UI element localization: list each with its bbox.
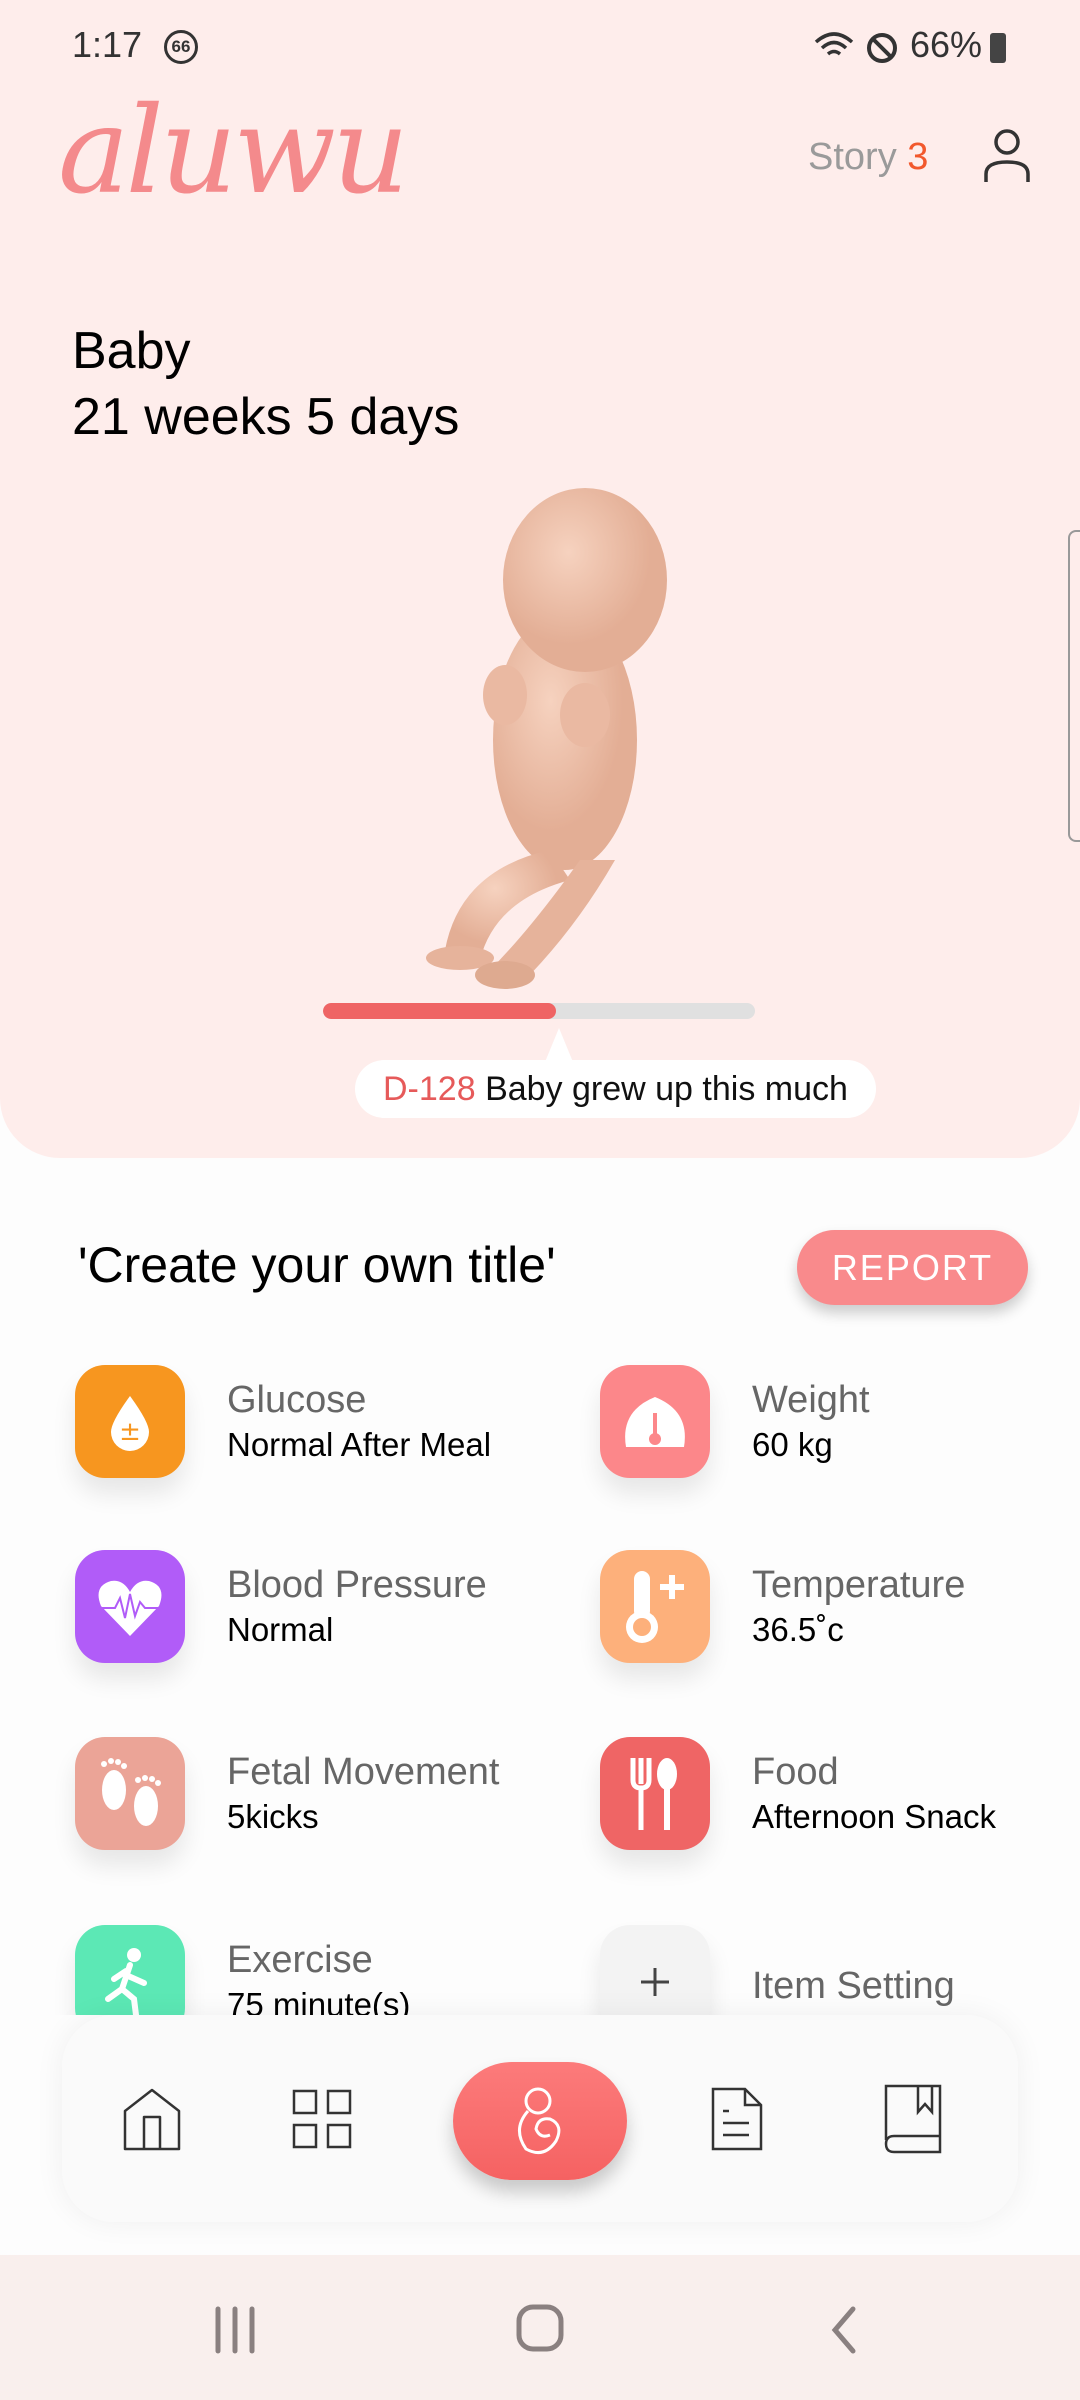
story-label: Story bbox=[808, 136, 897, 178]
callout-pointer bbox=[545, 1028, 573, 1062]
item-label: Exercise bbox=[227, 1939, 373, 1981]
health-item-fetal-movement[interactable]: Fetal Movement 5kicks bbox=[227, 1751, 499, 1836]
growth-callout: D-128 Baby grew up this much bbox=[355, 1060, 876, 1118]
glucose-drop-icon: ± bbox=[111, 1395, 149, 1451]
story-count: 3 bbox=[907, 136, 929, 178]
baby-age: 21 weeks 5 days bbox=[72, 388, 460, 446]
running-icon bbox=[105, 1947, 147, 2015]
health-item-weight[interactable]: Weight 60 kg bbox=[752, 1379, 870, 1464]
wifi-dnd-icon bbox=[814, 32, 897, 63]
item-label: Weight bbox=[752, 1379, 870, 1421]
scale-tile-button[interactable] bbox=[600, 1365, 710, 1478]
app-logo: aluwu bbox=[58, 82, 409, 221]
health-item-blood-pressure[interactable]: Blood Pressure Normal bbox=[227, 1564, 487, 1649]
item-label: Temperature bbox=[752, 1564, 966, 1606]
baby-name: Baby bbox=[72, 322, 191, 380]
item-value: 36.5˚c bbox=[752, 1611, 844, 1648]
health-item-temperature[interactable]: Temperature 36.5˚c bbox=[752, 1564, 965, 1649]
nav-baby[interactable] bbox=[453, 2062, 627, 2180]
home-system-icon[interactable] bbox=[515, 2303, 567, 2355]
item-value: Afternoon Snack bbox=[752, 1798, 996, 1835]
item-label: Blood Pressure bbox=[227, 1564, 487, 1606]
glucose-drop-tile-button[interactable]: ± bbox=[75, 1365, 185, 1478]
nav-menu[interactable] bbox=[262, 2015, 382, 2222]
plus-tile-button[interactable] bbox=[600, 1925, 710, 2015]
item-label: Item Setting bbox=[752, 1965, 955, 2007]
battery-icon bbox=[990, 33, 1006, 63]
growth-progress-bar bbox=[323, 1003, 755, 1019]
item-label: Fetal Movement bbox=[227, 1751, 500, 1793]
health-item-exercise[interactable]: Exercise 75 minute(s) bbox=[227, 1939, 410, 2015]
growth-progress-fill bbox=[323, 1003, 557, 1019]
item-label: Food bbox=[752, 1751, 839, 1793]
footprints-icon bbox=[101, 1757, 161, 1826]
health-item-glucose[interactable]: Glucose Normal After Meal bbox=[227, 1379, 491, 1464]
countdown: D-128 bbox=[383, 1070, 476, 1108]
health-items-grid: ± Glucose Normal After Meal Weight 60 kg Bloo… bbox=[0, 1330, 1080, 2015]
nav-diary[interactable] bbox=[852, 2015, 972, 2222]
footprints-tile-button[interactable] bbox=[75, 1737, 185, 1850]
fork-spoon-tile-button[interactable] bbox=[600, 1737, 710, 1850]
baby-info: Baby 21 weeks 5 days bbox=[72, 318, 459, 450]
item-value: 60 kg bbox=[752, 1426, 833, 1463]
fetus-image bbox=[426, 488, 667, 989]
nav-records[interactable] bbox=[677, 2015, 797, 2222]
document-icon bbox=[711, 2087, 763, 2150]
svg-text:±: ± bbox=[119, 1417, 141, 1447]
status-time: 1:17 bbox=[72, 24, 143, 65]
running-tile-button[interactable] bbox=[75, 1925, 185, 2015]
item-value: Normal After Meal bbox=[227, 1426, 492, 1463]
heart-pulse-tile-button[interactable] bbox=[75, 1550, 185, 1663]
back-icon[interactable] bbox=[825, 2305, 865, 2355]
recent-apps-icon[interactable] bbox=[210, 2305, 260, 2355]
health-item-item-setting[interactable]: Item Setting bbox=[752, 1965, 955, 2008]
fetus-icon bbox=[518, 2087, 561, 2155]
growth-text: Baby grew up this much bbox=[485, 1070, 848, 1108]
item-value: 5kicks bbox=[227, 1798, 319, 1835]
nav-home[interactable] bbox=[92, 2015, 212, 2222]
plus-icon bbox=[641, 1967, 669, 1996]
item-value: 75 minute(s) bbox=[227, 1986, 411, 2015]
grid-icon bbox=[292, 2089, 352, 2148]
notification-badge-icon: 66 bbox=[164, 30, 198, 64]
item-label: Glucose bbox=[227, 1379, 367, 1421]
system-nav-bar bbox=[0, 2255, 1080, 2400]
section-title[interactable]: 'Create your own title' bbox=[78, 1236, 556, 1294]
thermometer-icon bbox=[626, 1570, 684, 1643]
home-icon bbox=[123, 2088, 181, 2150]
fork-spoon-icon bbox=[630, 1757, 677, 1830]
bottom-nav bbox=[62, 2015, 1018, 2222]
battery-percent: 66% bbox=[910, 24, 983, 65]
scale-icon bbox=[625, 1396, 685, 1447]
story-link[interactable]: Story 3 bbox=[808, 136, 928, 179]
profile-icon[interactable] bbox=[982, 128, 1032, 184]
baby-hero-panel: 1:17 66 66% aluwu Story 3 Baby 21 weeks … bbox=[0, 0, 1080, 1158]
report-button[interactable]: REPORT bbox=[797, 1230, 1028, 1305]
thermometer-tile-button[interactable] bbox=[600, 1550, 710, 1663]
book-icon bbox=[884, 2084, 942, 2153]
health-item-food[interactable]: Food Afternoon Snack bbox=[752, 1751, 996, 1836]
edge-panel-handle[interactable] bbox=[1068, 530, 1080, 842]
heart-pulse-icon bbox=[95, 1580, 165, 1636]
item-value: Normal bbox=[227, 1611, 334, 1648]
